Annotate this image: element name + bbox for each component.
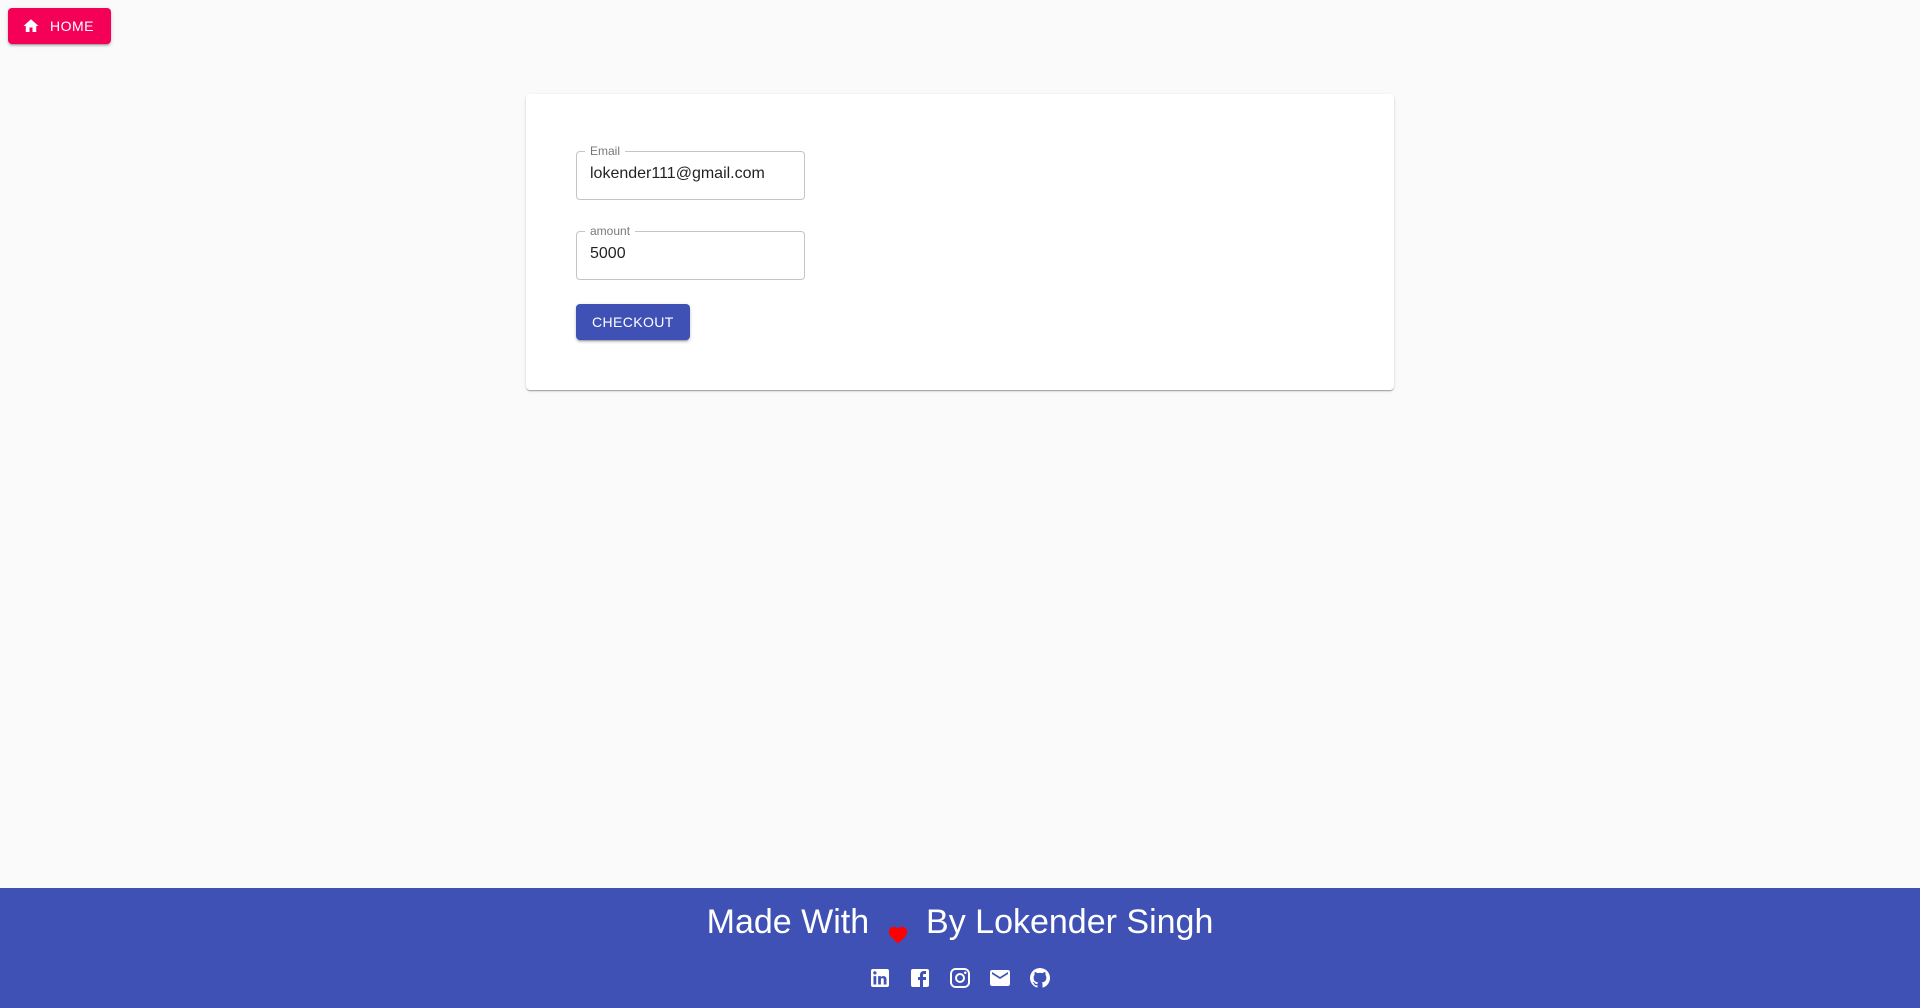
linkedin-icon[interactable] [868, 966, 892, 990]
github-icon[interactable] [1028, 966, 1052, 990]
instagram-icon[interactable] [948, 966, 972, 990]
amount-field[interactable]: amount [576, 224, 805, 280]
checkout-card: Email amount CHECKOUT [526, 94, 1394, 390]
footer-title: Made With By Lokender Singh [0, 900, 1920, 944]
social-links [0, 966, 1920, 990]
mail-icon[interactable] [988, 966, 1012, 990]
home-icon [22, 17, 40, 35]
home-button[interactable]: HOME [8, 8, 111, 44]
checkout-button[interactable]: CHECKOUT [576, 304, 690, 340]
footer-text-before: Made With [706, 903, 870, 941]
footer-text-after: By Lokender Singh [926, 903, 1214, 941]
facebook-icon[interactable] [908, 966, 932, 990]
email-field[interactable]: Email [576, 144, 805, 200]
heart-icon [887, 911, 909, 944]
home-button-label: HOME [50, 18, 94, 34]
amount-input[interactable] [576, 224, 805, 280]
email-input[interactable] [576, 144, 805, 200]
footer: Made With By Lokender Singh [0, 888, 1920, 1008]
